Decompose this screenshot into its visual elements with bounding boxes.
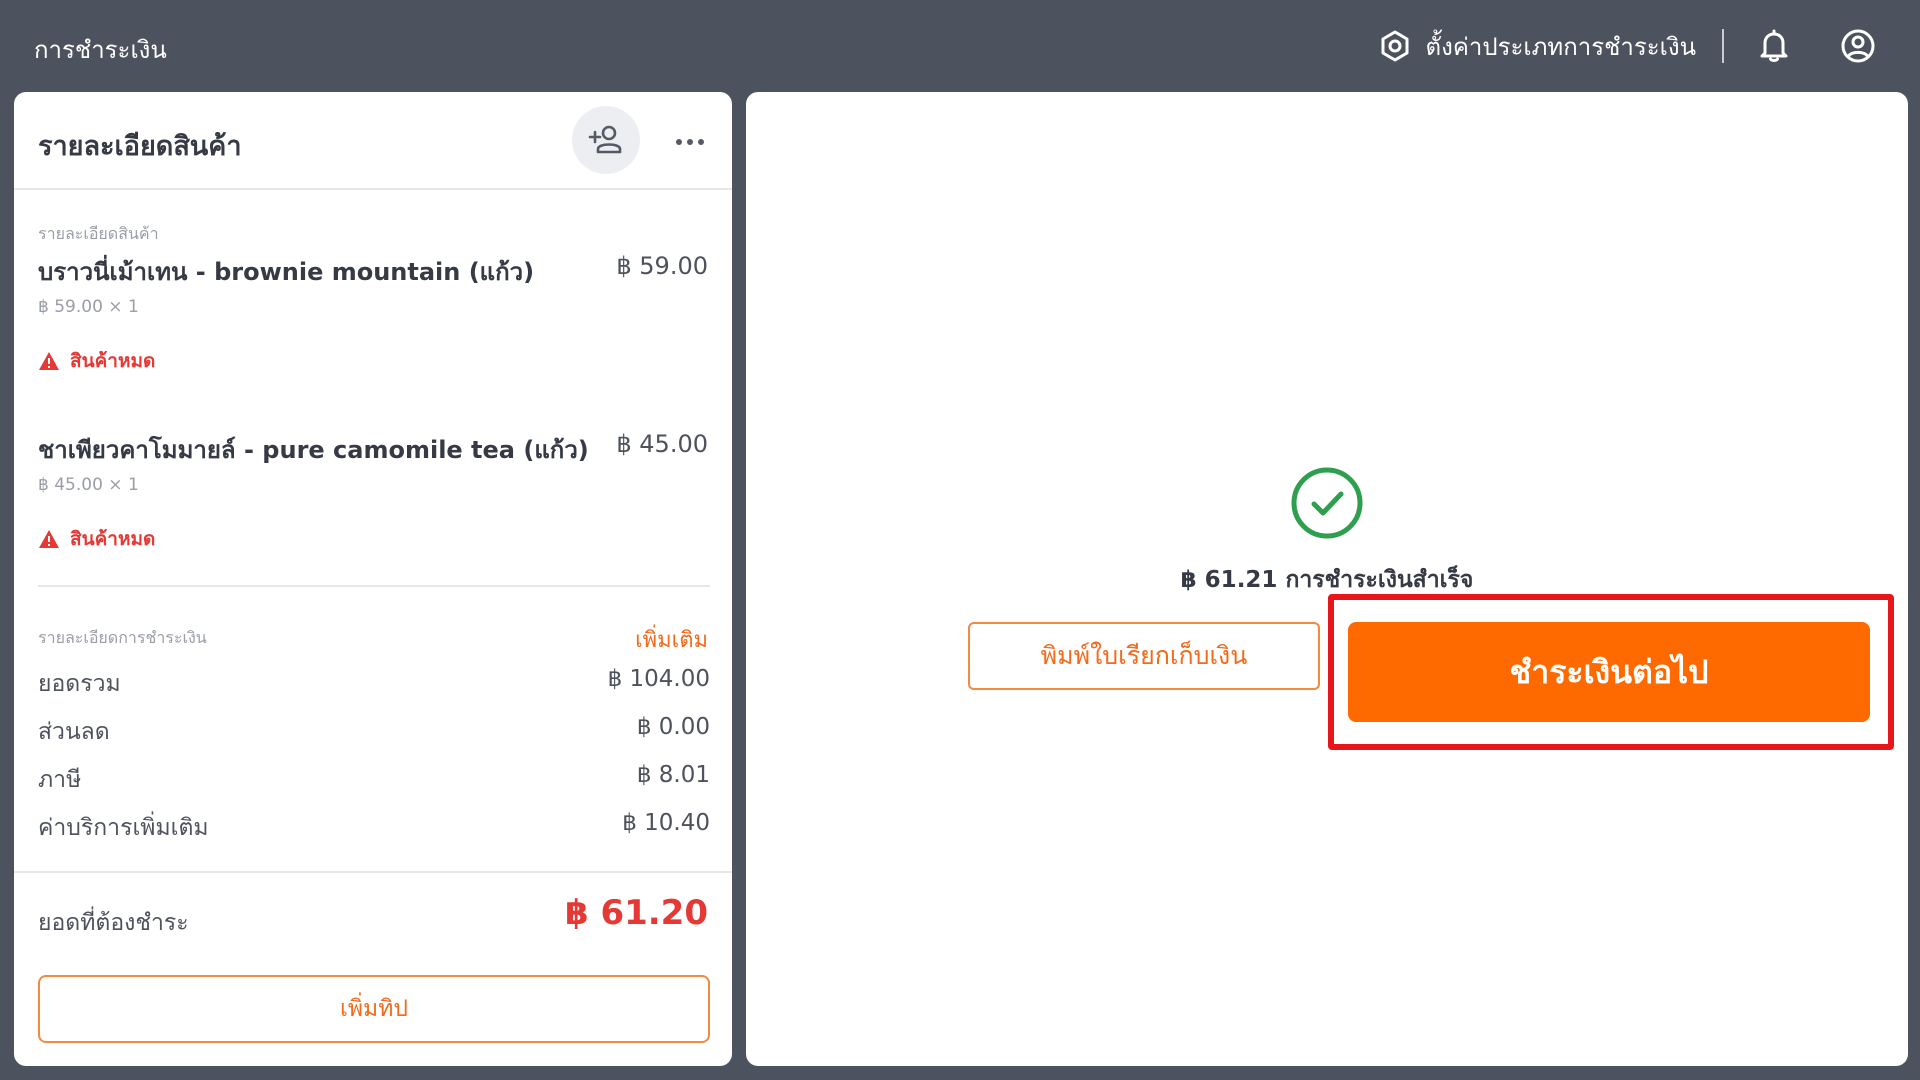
add-user-icon [588,125,622,154]
summary-row-subtotal: ยอดรวม ฿ 104.00 [38,666,710,698]
bell-icon [1760,29,1788,62]
items-divider [38,585,710,587]
out-of-stock-badge: สินค้าหมด [38,346,155,376]
top-bar-actions: ตั้งค่าประเภทการชำระเงิน [1378,24,1880,68]
add-customer-button[interactable] [572,106,640,174]
item-price: ฿ 45.00 [616,430,708,458]
items-section-label: รายละเอียดสินค้า [38,224,159,243]
amount-due-value: ฿ 61.20 [564,893,708,933]
header-divider [1722,29,1724,63]
gear-hexagon-icon [1381,30,1409,62]
summary-row-service-charge: ค่าบริการเพิ่มเติม ฿ 10.40 [38,810,710,842]
summary-label: ภาษี [38,767,82,793]
add-more-link[interactable]: เพิ่มเติม [635,622,708,657]
out-of-stock-label: สินค้าหมด [70,528,156,550]
more-options-button[interactable] [670,122,710,162]
notifications-button[interactable] [1752,24,1796,68]
out-of-stock-badge: สินค้าหมด [38,524,155,554]
out-of-stock-label: สินค้าหมด [70,350,156,372]
top-bar: การชำระเงิน ตั้งค่าประเภทการชำระเงิน [0,0,1920,92]
summary-label: ส่วนลด [38,719,110,745]
summary-row-tax: ภาษี ฿ 8.01 [38,762,710,794]
summary-value: ฿ 10.40 [622,810,710,836]
warning-triangle-icon [39,530,59,548]
more-horizontal-icon [676,139,682,145]
payment-success-message: ฿ 61.21 การชำระเงินสำเร็จ [1180,567,1474,593]
summary-value: ฿ 104.00 [607,666,710,692]
print-receipt-button[interactable]: พิมพ์ใบเรียกเก็บเงิน [968,622,1320,690]
continue-payment-button[interactable]: ชำระเงินต่อไป [1348,622,1870,722]
order-details-title: รายละเอียดสินค้า [38,131,242,162]
item-unit-quantity: ฿ 45.00 × 1 [38,475,139,495]
summary-label: ยอดรวม [38,671,121,697]
payment-result-panel: ฿ 61.21 การชำระเงินสำเร็จ พิมพ์ใบเรียกเก… [746,92,1908,1066]
payment-section-label: รายละเอียดการชำระเงิน [38,628,207,647]
add-tip-button[interactable]: เพิ่มทิป [38,975,710,1043]
account-button[interactable] [1836,24,1880,68]
item-name: ชาเพียวคาโมมายล์ - pure camomile tea (แก… [38,436,589,464]
payment-type-settings-label: ตั้งค่าประเภทการชำระเงิน [1425,32,1696,61]
warning-triangle-icon [39,352,59,370]
check-circle-icon [1291,467,1363,539]
summary-value: ฿ 8.01 [636,762,710,788]
page-title: การชำระเงิน [34,36,167,64]
summary-divider [14,871,732,873]
item-unit-quantity: ฿ 59.00 × 1 [38,297,139,317]
amount-due-label: ยอดที่ต้องชำระ [38,910,189,936]
order-details-panel: รายละเอียดสินค้า รายละเอียดสินค้า บราวนี… [14,92,732,1066]
item-price: ฿ 59.00 [616,252,708,280]
item-name: บราวนี่เม้าเทน - brownie mountain (แก้ว) [38,258,535,286]
order-details-header: รายละเอียดสินค้า [14,92,732,190]
payment-type-settings-link[interactable]: ตั้งค่าประเภทการชำระเงิน [1378,27,1696,66]
summary-label: ค่าบริการเพิ่มเติม [38,815,209,841]
summary-row-discount: ส่วนลด ฿ 0.00 [38,714,710,746]
user-circle-icon [1841,29,1875,63]
summary-value: ฿ 0.00 [636,714,710,740]
